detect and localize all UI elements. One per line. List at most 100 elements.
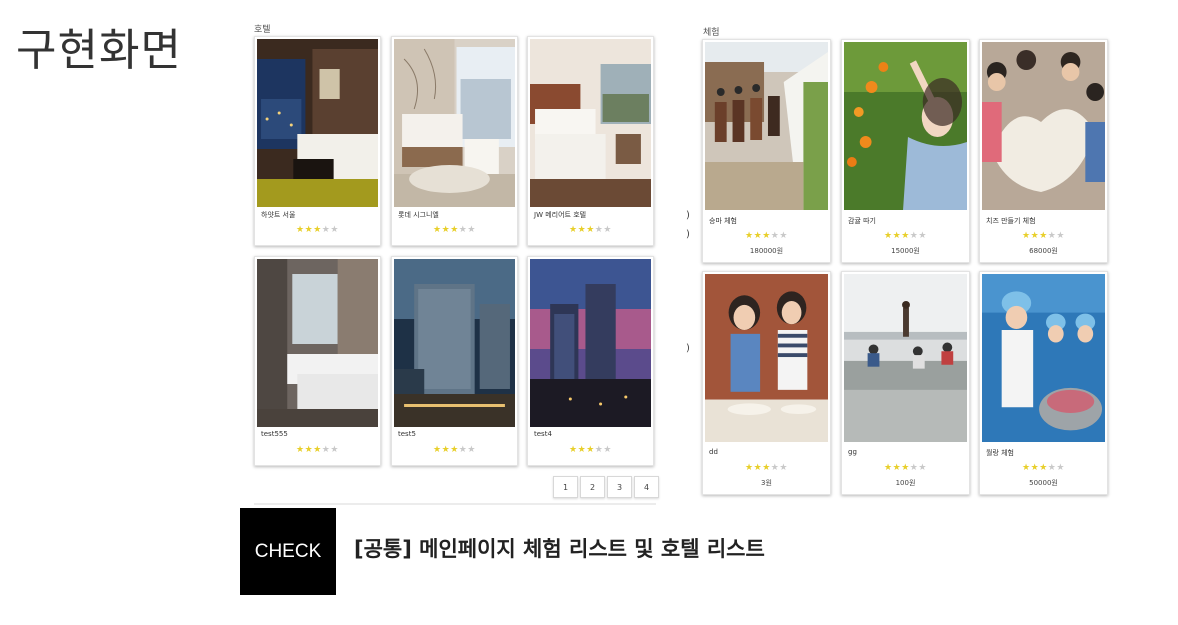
star-empty-icon: ★ [603,225,612,235]
star-empty-icon: ★ [918,231,927,241]
page-button-2[interactable]: 2 [580,476,605,498]
hotel-card[interactable]: JW 메리어트 호텔 ★★★★★ [527,36,654,246]
star-filled-icon: ★ [892,463,902,473]
star-filled-icon: ★ [569,225,578,235]
experience-card[interactable]: dd ★★★★★ 3원 [702,271,831,495]
experience-card[interactable]: 승마 체험 ★★★★★ 180000원 [702,39,831,263]
star-filled-icon: ★ [313,225,322,235]
page-button-3[interactable]: 3 [607,476,632,498]
experience-name[interactable]: 승마 체험 [709,216,737,226]
star-filled-icon: ★ [577,445,587,455]
hotel-card[interactable]: 롯데 시그니엘 ★★★★★ [391,36,518,246]
rating-stars: ★★★★★ [392,225,517,235]
star-filled-icon: ★ [450,445,459,455]
hotel-photo[interactable] [394,259,515,427]
star-filled-icon: ★ [1022,463,1031,473]
check-label-box: CHECK [240,508,336,595]
experience-price: 68000원 [1029,247,1058,255]
star-filled-icon: ★ [892,231,902,241]
hotel-photo[interactable] [394,39,515,207]
star-empty-icon: ★ [603,445,612,455]
star-filled-icon: ★ [441,445,451,455]
hotel-card[interactable]: test555 ★★★★★ [254,256,381,466]
rating-stars: ★★★★★ [392,445,517,455]
experience-photo[interactable] [844,42,967,210]
page-button-4[interactable]: 4 [634,476,659,498]
star-filled-icon: ★ [884,463,893,473]
hotel-card[interactable]: test5 ★★★★★ [391,256,518,466]
experience-photo[interactable] [705,42,828,210]
star-filled-icon: ★ [433,225,442,235]
star-filled-icon: ★ [304,445,314,455]
hotel-name[interactable]: test5 [398,430,416,438]
hotel-photo[interactable] [530,39,651,207]
star-filled-icon: ★ [569,445,578,455]
check-label: CHECK [254,540,322,562]
experience-card[interactable]: 치즈 만들기 체험 ★★★★★ 68000원 [979,39,1108,263]
star-filled-icon: ★ [745,231,754,241]
hotel-photo[interactable] [530,259,651,427]
hotel-name[interactable]: 하얏트 서울 [261,210,295,220]
stray-mark: ) [686,343,690,354]
star-filled-icon: ★ [313,445,322,455]
experience-name[interactable]: 치즈 만들기 체험 [986,216,1036,226]
experience-price: 100원 [895,479,916,487]
star-empty-icon: ★ [1056,231,1065,241]
hotel-name[interactable]: 롯데 시그니엘 [398,210,439,220]
experience-price: 180000원 [749,247,784,255]
experience-card[interactable]: gg ★★★★★ 100원 [841,271,970,495]
star-filled-icon: ★ [296,445,305,455]
rating-stars: ★★★★★ [703,463,830,473]
rating-stars: ★★★★★ [842,463,969,473]
hotel-section-label: 호텔 [254,25,271,35]
experience-price: 3원 [761,479,772,487]
rating-stars: ★★★★★ [980,231,1107,241]
star-empty-icon: ★ [330,225,339,235]
star-empty-icon: ★ [330,445,339,455]
stray-mark: ) [686,229,690,240]
star-filled-icon: ★ [433,445,442,455]
rating-stars: ★★★★★ [255,225,380,235]
experience-photo[interactable] [982,274,1105,442]
star-filled-icon: ★ [441,225,451,235]
experience-name[interactable]: dd [709,448,718,456]
star-empty-icon: ★ [779,463,788,473]
hotel-photo[interactable] [257,259,378,427]
experience-photo[interactable] [705,274,828,442]
experience-card[interactable]: 월랑 체험 ★★★★★ 50000원 [979,271,1108,495]
experience-card[interactable]: 감귤 따기 ★★★★★ 15000원 [841,39,970,263]
star-filled-icon: ★ [586,225,595,235]
star-filled-icon: ★ [753,463,763,473]
rating-stars: ★★★★★ [980,463,1107,473]
hotel-card[interactable]: test4 ★★★★★ [527,256,654,466]
star-filled-icon: ★ [762,231,771,241]
hotel-name[interactable]: test555 [261,430,288,438]
star-empty-icon: ★ [918,463,927,473]
star-filled-icon: ★ [450,225,459,235]
star-filled-icon: ★ [901,231,910,241]
rating-stars: ★★★★★ [842,231,969,241]
experience-name[interactable]: 월랑 체험 [986,448,1014,458]
star-filled-icon: ★ [1030,231,1040,241]
hotel-name[interactable]: test4 [534,430,552,438]
star-filled-icon: ★ [304,225,314,235]
stray-mark: ) [686,210,690,221]
hotel-name[interactable]: JW 메리어트 호텔 [534,210,586,220]
hotel-card[interactable]: 하얏트 서울 ★★★★★ [254,36,381,246]
star-filled-icon: ★ [1030,463,1040,473]
pagination: 1 2 3 4 [553,476,661,498]
star-empty-icon: ★ [779,231,788,241]
star-filled-icon: ★ [1039,231,1048,241]
star-empty-icon: ★ [467,225,476,235]
experience-name[interactable]: 감귤 따기 [848,216,876,226]
experience-photo[interactable] [982,42,1105,210]
experience-photo[interactable] [844,274,967,442]
star-filled-icon: ★ [745,463,754,473]
star-empty-icon: ★ [1056,463,1065,473]
experience-name[interactable]: gg [848,448,857,456]
star-filled-icon: ★ [586,445,595,455]
rating-stars: ★★★★★ [255,445,380,455]
hotel-photo[interactable] [257,39,378,207]
page-button-1[interactable]: 1 [553,476,578,498]
section-divider [254,503,656,505]
